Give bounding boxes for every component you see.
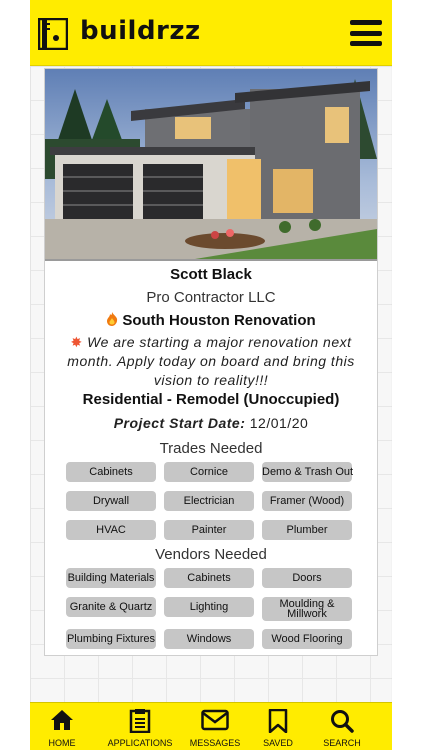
vendor-chip[interactable]: Cabinets <box>164 568 254 588</box>
vendor-chip[interactable]: Moulding & Millwork <box>262 597 352 621</box>
search-icon <box>331 710 354 733</box>
trade-chip[interactable]: Drywall <box>66 491 156 511</box>
nav-applications[interactable]: APPLICATIONS <box>104 703 176 750</box>
nav-home[interactable]: HOME <box>34 703 90 750</box>
applications-icon <box>129 709 151 733</box>
project-description: ✸ We are starting a major renovation nex… <box>59 333 363 390</box>
trade-chip[interactable]: Cornice <box>164 462 254 482</box>
vendor-chip[interactable]: Doors <box>262 568 352 588</box>
vendors-title: Vendors Needed <box>155 546 267 563</box>
project-title: South Houston Renovation <box>45 312 377 329</box>
trade-chip[interactable]: Painter <box>164 520 254 540</box>
vendor-chip[interactable]: Building Materials <box>66 568 156 588</box>
nav-label: SAVED <box>263 738 293 748</box>
nav-messages[interactable]: MESSAGES <box>186 703 244 750</box>
project-category: Residential - Remodel (Unoccupied) <box>82 391 340 408</box>
vendor-chip[interactable]: Lighting <box>164 597 254 617</box>
project-title-text: South Houston Renovation <box>122 312 316 329</box>
bookmark-icon <box>268 709 288 733</box>
trade-chip[interactable]: Plumber <box>262 520 352 540</box>
trade-chip[interactable]: Cabinets <box>66 462 156 482</box>
brand-name: buildrzz <box>80 16 201 46</box>
nav-label: MESSAGES <box>189 738 241 748</box>
mail-icon <box>201 709 229 731</box>
nav-label: HOME <box>48 738 76 748</box>
house-photo <box>45 69 377 259</box>
top-bar: buildrzz <box>30 0 392 66</box>
hamburger-icon[interactable] <box>350 20 382 46</box>
nav-label: SEARCH <box>323 738 361 748</box>
bottom-nav: HOME APPLICATIONS MESSAGES SAVED SEARCH <box>30 702 392 750</box>
trades-title: Trades Needed <box>159 440 263 457</box>
nav-saved[interactable]: SAVED <box>256 703 300 750</box>
description-text: We are starting a major renovation next … <box>67 334 355 388</box>
job-post-card[interactable]: Scott Black Pro Contractor LLC South Hou… <box>44 68 378 656</box>
fire-icon <box>106 312 118 329</box>
vendor-chip[interactable]: Granite & Quartz <box>66 597 156 617</box>
nav-search[interactable]: SEARCH <box>318 703 366 750</box>
trade-chip[interactable]: Electrician <box>164 491 254 511</box>
project-start-date: Project Start Date: 12/01/20 <box>45 415 377 431</box>
home-icon <box>51 710 73 730</box>
company-name: Pro Contractor LLC <box>146 289 276 306</box>
photo-divider <box>45 259 377 261</box>
vendor-chip[interactable]: Wood Flooring <box>262 629 352 649</box>
trade-chip[interactable]: Demo & Trash Out <box>262 462 353 482</box>
poster-name: Scott Black <box>170 266 252 283</box>
start-date-label: Project Start Date: <box>113 415 246 431</box>
vendor-chip[interactable]: Plumbing Fixtures <box>66 629 156 649</box>
trade-chip[interactable]: HVAC <box>66 520 156 540</box>
burst-icon: ✸ <box>70 334 83 350</box>
nav-label: APPLICATIONS <box>107 738 173 748</box>
trade-chip[interactable]: Framer (Wood) <box>262 491 352 511</box>
vendor-chip[interactable]: Windows <box>164 629 254 649</box>
logo-icon <box>38 18 68 50</box>
start-date-value: 12/01/20 <box>249 415 309 431</box>
